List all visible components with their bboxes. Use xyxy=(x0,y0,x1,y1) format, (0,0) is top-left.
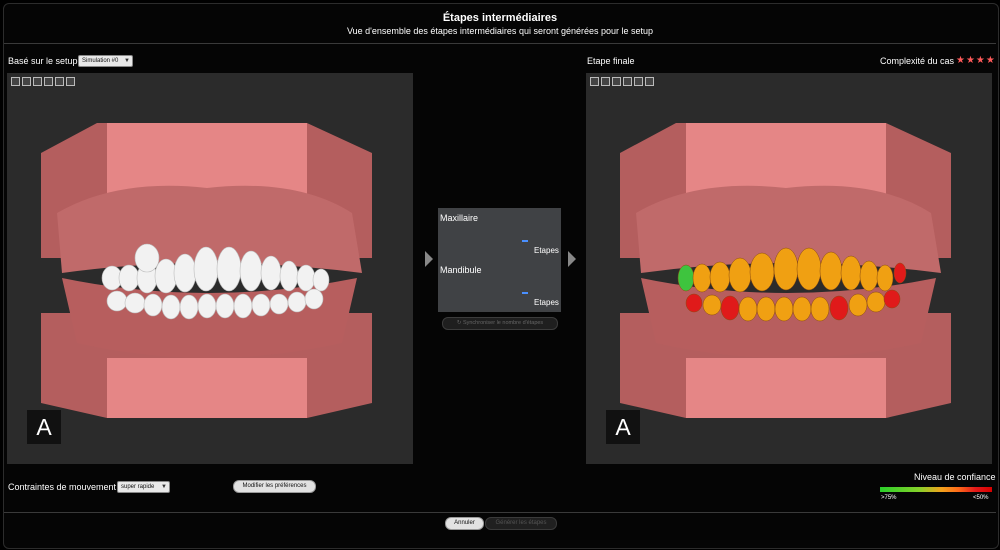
left-3d-viewport[interactable]: A xyxy=(7,73,413,464)
right-3d-viewport[interactable]: A xyxy=(586,73,992,464)
constraints-select-value: super rapide xyxy=(121,484,155,490)
final-step-label: Etape finale xyxy=(587,56,635,66)
setup-select[interactable]: Simulation #0 ▼ xyxy=(78,55,133,67)
chevron-down-icon: ▼ xyxy=(161,484,167,490)
modify-preferences-button[interactable]: Modifier les préférences xyxy=(233,480,316,493)
maxillaire-steps-label: Etapes xyxy=(534,246,559,255)
mandibule-steps-label: Etapes xyxy=(534,298,559,307)
maxillaire-label: Maxillaire xyxy=(440,213,479,223)
dialog-header: Étapes intermédiaires Vue d'ensemble des… xyxy=(0,12,1000,37)
generate-steps-button[interactable]: Générer les étapes xyxy=(485,517,557,530)
right-jaw-model xyxy=(620,123,951,418)
maxillaire-steps-indicator xyxy=(522,240,528,242)
left-jaw-model xyxy=(41,123,372,418)
setup-label: Basé sur le setup xyxy=(8,56,78,66)
arrow-right-icon xyxy=(568,251,576,267)
confidence-gradient-bar xyxy=(880,487,992,492)
complexity-label: Complexité du cas xyxy=(880,56,955,66)
constraints-label: Contraintes de mouvement xyxy=(8,482,117,492)
view-orientation-label: A xyxy=(27,410,61,444)
steps-panel: Maxillaire Etapes Mandibule Etapes xyxy=(438,208,561,312)
header-divider xyxy=(4,43,996,44)
arrow-right-icon xyxy=(425,251,433,267)
mandibule-steps-indicator xyxy=(522,292,528,294)
footer-divider xyxy=(4,512,996,513)
setup-select-value: Simulation #0 xyxy=(82,58,119,64)
confidence-low-label: >75% xyxy=(881,495,897,501)
dialog-subtitle: Vue d'ensemble des étapes intermédiaires… xyxy=(346,26,654,36)
dialog-title: Étapes intermédiaires xyxy=(442,12,558,24)
sync-steps-label: Synchroniser le nombre d'étapes xyxy=(462,320,544,326)
confidence-label: Niveau de confiance xyxy=(914,472,996,482)
mandibule-label: Mandibule xyxy=(440,265,482,275)
cancel-button[interactable]: Annuler xyxy=(445,517,484,530)
sync-steps-button[interactable]: ↻ Synchroniser le nombre d'étapes xyxy=(442,317,558,330)
confidence-high-label: <50% xyxy=(973,495,989,501)
view-orientation-label: A xyxy=(606,410,640,444)
complexity-stars: ★★★★ xyxy=(956,55,996,66)
constraints-select[interactable]: super rapide ▼ xyxy=(117,481,170,493)
chevron-down-icon: ▼ xyxy=(124,58,130,64)
